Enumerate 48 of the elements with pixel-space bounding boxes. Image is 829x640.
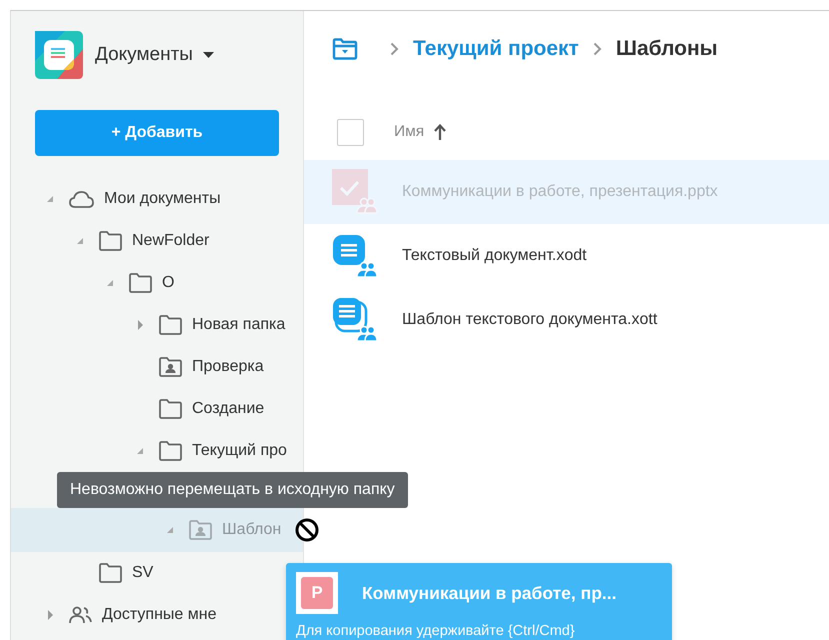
copy-hint: Для копирования удерживайте {Ctrl/Cmd} — [296, 622, 576, 640]
shared-folder-icon — [159, 357, 182, 377]
sort-up-icon — [434, 124, 446, 140]
name-column-header[interactable]: Имя — [394, 120, 424, 144]
app-logo-icon — [35, 31, 83, 79]
shared-folder-icon — [189, 520, 212, 540]
expanded-arrow-icon[interactable] — [105, 278, 115, 288]
file-name: Текстовый документ.xodt — [402, 246, 587, 266]
select-all-checkbox[interactable] — [337, 118, 364, 146]
tree-item[interactable]: Мои документы — [11, 178, 221, 220]
file-name: Шаблон текстового документа.xott — [402, 310, 658, 330]
collapsed-arrow-icon[interactable] — [135, 320, 145, 330]
folder-icon — [99, 563, 122, 583]
app-title-dropdown[interactable]: Документы — [95, 40, 214, 70]
folder-up-icon[interactable] — [332, 38, 358, 60]
folder-icon — [159, 315, 182, 335]
tree-item[interactable]: Новая папка — [11, 304, 286, 346]
chevron-right-icon — [390, 42, 399, 56]
tree-item[interactable]: Создание — [11, 388, 264, 430]
tree-item[interactable]: Доступные мне — [11, 594, 216, 636]
tree-item[interactable]: Текущий про — [11, 430, 287, 472]
expanded-arrow-icon[interactable] — [45, 194, 55, 204]
error-tooltip: Невозможно перемещать в исходную папку — [57, 472, 408, 508]
breadcrumb-current: Шаблоны — [616, 36, 718, 62]
tree-item[interactable]: NewFolder — [11, 220, 210, 262]
file-name: Коммуникации в работе, презентация.pptx — [402, 182, 718, 202]
file-row[interactable]: Шаблон текстового документа.xott — [304, 288, 829, 352]
folder-icon — [129, 273, 152, 293]
dragged-file-name: Коммуникации в работе, пр... — [362, 582, 616, 605]
collapsed-arrow-icon[interactable] — [45, 610, 55, 620]
expanded-arrow-icon[interactable] — [135, 446, 145, 456]
expanded-arrow-icon[interactable] — [75, 236, 85, 246]
caret-icon — [202, 52, 214, 58]
file-row[interactable]: Текстовый документ.xodt — [304, 224, 829, 288]
tree-item[interactable]: SV — [11, 552, 154, 594]
breadcrumb-link[interactable]: Текущий проект — [413, 33, 579, 64]
people-icon — [69, 606, 92, 624]
folder-icon — [159, 399, 182, 419]
chevron-right-icon — [592, 42, 602, 56]
folder-icon — [159, 441, 182, 461]
presentation-check-icon — [332, 169, 378, 214]
presentation-badge: P — [296, 572, 338, 614]
tree-item[interactable]: О — [11, 262, 174, 304]
shared-template-icon — [332, 297, 378, 342]
tree-item[interactable]: Проверка — [11, 346, 264, 388]
folder-icon — [99, 231, 122, 251]
cloud-icon — [69, 190, 94, 208]
shared-document-icon — [332, 233, 378, 278]
